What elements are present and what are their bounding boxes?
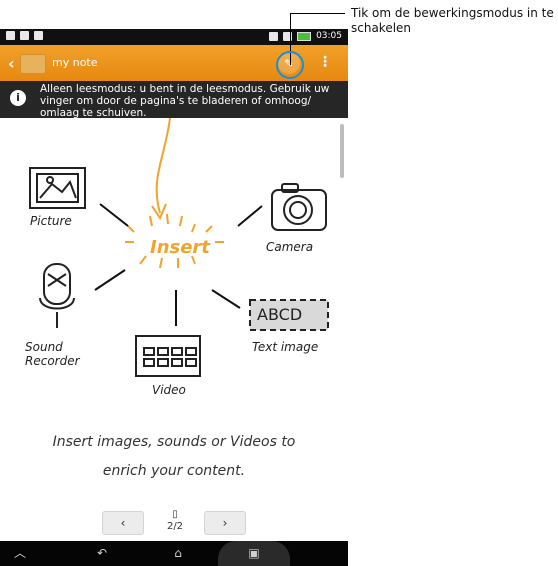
download-icon xyxy=(34,31,43,40)
arrow-line xyxy=(155,118,171,214)
status-bar: 03:05 xyxy=(0,29,348,45)
info-icon: i xyxy=(10,90,26,106)
insert-illustration xyxy=(29,118,329,377)
notebook-icon[interactable] xyxy=(20,54,46,74)
notifications-chevron-icon[interactable]: ︿ xyxy=(0,541,40,566)
mute-icon xyxy=(269,31,279,41)
sound-recorder-label: Sound Recorder xyxy=(25,340,80,368)
battery-icon xyxy=(297,31,312,41)
picture-label: Picture xyxy=(30,214,72,228)
callout-horizontal-line xyxy=(290,13,345,14)
recent-apps-icon[interactable]: ▣ xyxy=(218,541,290,566)
caption-line-1: Insert images, sounds or Videos to xyxy=(52,434,296,450)
caption-line-2: enrich your content. xyxy=(102,463,246,479)
callout-circle xyxy=(276,51,304,79)
more-vert-icon[interactable]: ⋮ xyxy=(318,54,332,72)
notice-text: Alleen leesmodus: u bent in de leesmodus… xyxy=(40,83,330,118)
device-screen: 03:05 ‹ my note ✎ ⋮ i Alleen leesmodus: … xyxy=(0,0,348,566)
status-time: 03:05 xyxy=(316,31,342,41)
page-count: 2/2 xyxy=(166,521,184,532)
text-image-sample: ABCD xyxy=(257,305,303,324)
home-icon[interactable]: ⌂ xyxy=(158,541,198,566)
page-indicator: ▯ 2/2 xyxy=(163,509,187,533)
read-only-notice: i Alleen leesmodus: u bent in de leesmod… xyxy=(0,81,348,118)
page-icon: ▯ xyxy=(172,509,178,520)
notification-icon xyxy=(6,31,15,40)
system-nav-bar: ︿ ↶ ⌂ ▣ xyxy=(0,541,348,566)
gallery-icon xyxy=(20,31,29,40)
picture-icon xyxy=(29,167,86,209)
next-page-button[interactable]: › xyxy=(204,511,246,535)
video-label: Video xyxy=(152,383,186,397)
camera-icon xyxy=(271,183,327,231)
note-title: my note xyxy=(52,56,98,69)
page-navigation: ‹ ▯ 2/2 › xyxy=(0,506,348,542)
insert-label: Insert xyxy=(150,237,210,258)
status-right-icons: 03:05 xyxy=(269,31,342,41)
back-icon[interactable]: ↶ xyxy=(82,541,122,566)
microphone-icon xyxy=(39,263,75,328)
camera-label: Camera xyxy=(266,240,314,254)
callout-text: Tik om de bewerkingsmodus in te schakele… xyxy=(351,6,554,35)
previous-page-button[interactable]: ‹ xyxy=(102,511,144,535)
video-icon xyxy=(135,335,201,377)
status-left-icons xyxy=(6,31,43,40)
chevron-left-icon: ‹ xyxy=(120,516,126,530)
text-image-label: Text image xyxy=(252,340,319,354)
chevron-left-icon[interactable]: ‹ xyxy=(8,54,15,73)
chevron-right-icon: › xyxy=(222,516,228,530)
